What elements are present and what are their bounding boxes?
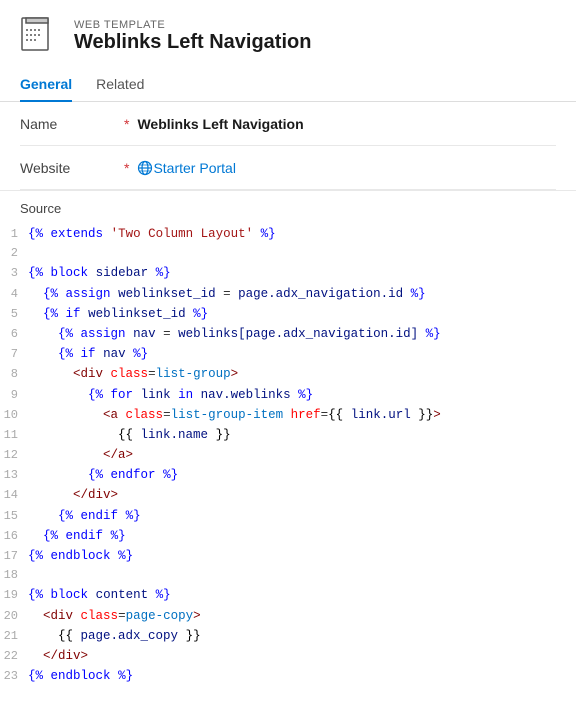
website-link[interactable]: Starter Portal	[153, 160, 235, 176]
code-line-9: 9 {% for link in nav.weblinks %}	[0, 385, 576, 405]
page-header: WEB TEMPLATE Weblinks Left Navigation	[0, 0, 576, 68]
code-line-19: 19 {% block content %}	[0, 585, 576, 605]
code-line-18: 18	[0, 566, 576, 585]
code-line-1: 1 {% extends 'Two Column Layout' %}	[0, 224, 576, 244]
code-line-23: 23 {% endblock %}	[0, 666, 576, 686]
code-line-7: 7 {% if nav %}	[0, 344, 576, 364]
name-label: Name	[20, 116, 120, 132]
code-line-5: 5 {% if weblinkset_id %}	[0, 304, 576, 324]
website-label: Website	[20, 160, 120, 176]
code-line-2: 2	[0, 244, 576, 263]
globe-icon	[137, 160, 153, 176]
name-field-row: Name * Weblinks Left Navigation	[20, 102, 556, 146]
page-title: Weblinks Left Navigation	[74, 31, 311, 54]
code-line-11: 11 {{ link.name }}	[0, 425, 576, 445]
tab-bar: General Related	[0, 68, 576, 102]
tab-general[interactable]: General	[20, 68, 72, 102]
code-line-12: 12 </a>	[0, 445, 576, 465]
code-line-21: 21 {{ page.adx_copy }}	[0, 626, 576, 646]
code-line-14: 14 </div>	[0, 485, 576, 505]
source-label: Source	[0, 190, 576, 220]
code-line-16: 16 {% endif %}	[0, 526, 576, 546]
code-line-10: 10 <a class=list-group-item href={{ link…	[0, 405, 576, 425]
code-line-22: 22 </div>	[0, 646, 576, 666]
tab-related[interactable]: Related	[96, 68, 144, 102]
header-meta: WEB TEMPLATE Weblinks Left Navigation	[74, 19, 311, 54]
source-code: 1 {% extends 'Two Column Layout' %} 2 3 …	[0, 220, 576, 698]
form-section: Name * Weblinks Left Navigation Website …	[0, 102, 576, 190]
website-field-row: Website * Starter Portal	[20, 146, 556, 190]
name-required: *	[124, 116, 129, 132]
code-line-4: 4 {% assign weblinkset_id = page.adx_nav…	[0, 284, 576, 304]
website-required: *	[124, 160, 129, 176]
code-line-15: 15 {% endif %}	[0, 506, 576, 526]
code-line-17: 17 {% endblock %}	[0, 546, 576, 566]
code-line-3: 3 {% block sidebar %}	[0, 263, 576, 283]
code-line-6: 6 {% assign nav = weblinks[page.adx_navi…	[0, 324, 576, 344]
code-line-8: 8 <div class=list-group>	[0, 364, 576, 384]
name-value: Weblinks Left Navigation	[137, 116, 303, 132]
header-label: WEB TEMPLATE	[74, 19, 311, 31]
code-line-20: 20 <div class=page-copy>	[0, 606, 576, 626]
code-line-13: 13 {% endfor %}	[0, 465, 576, 485]
web-template-icon	[20, 16, 60, 56]
